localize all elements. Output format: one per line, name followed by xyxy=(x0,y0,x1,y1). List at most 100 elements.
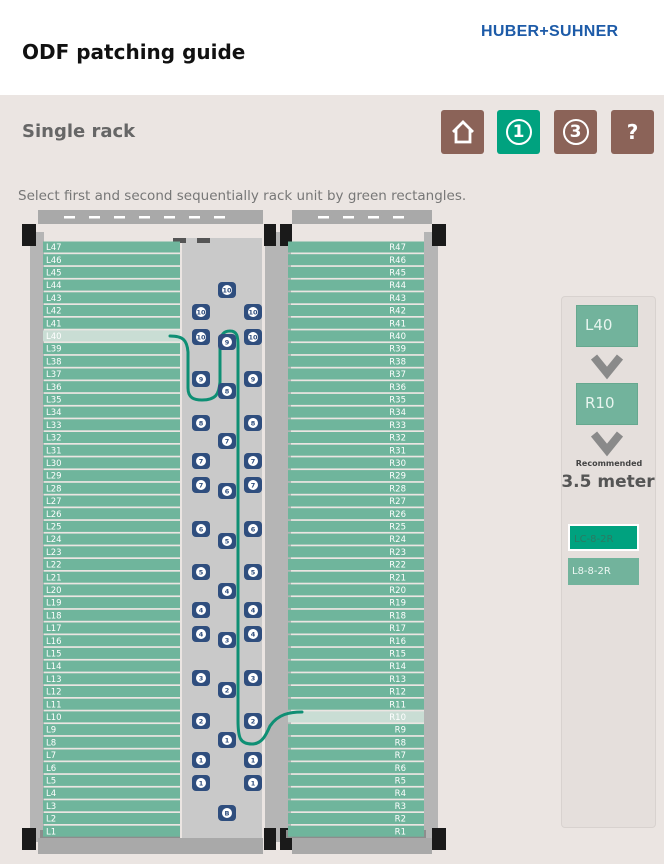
rack-unit-left[interactable]: L9 xyxy=(43,724,180,736)
rack-unit-left[interactable]: L14 xyxy=(43,660,180,673)
rack-unit-right[interactable]: R1 xyxy=(288,825,424,838)
rack-unit-left[interactable]: L47 xyxy=(43,241,180,254)
rack-unit-right[interactable]: R14 xyxy=(288,660,424,673)
rack-unit-left[interactable]: L1 xyxy=(43,825,180,838)
rack-unit-right[interactable]: R32 xyxy=(288,432,424,444)
rack-unit-right[interactable]: R36 xyxy=(288,381,424,393)
rack-unit-right[interactable]: R3 xyxy=(288,800,424,812)
rack-unit-left[interactable]: L39 xyxy=(43,343,180,355)
rack-unit-right[interactable]: R42 xyxy=(288,305,424,317)
rack-unit-left[interactable]: L20 xyxy=(43,584,180,596)
rack-unit-left[interactable]: L40 xyxy=(43,330,180,342)
rack-unit-left[interactable]: L31 xyxy=(43,444,180,457)
rack-unit-left[interactable]: L11 xyxy=(43,698,180,711)
rack-unit-left[interactable]: L41 xyxy=(43,317,180,330)
rack-unit-left[interactable]: L35 xyxy=(43,393,180,406)
rack-unit-right[interactable]: R43 xyxy=(288,292,424,304)
rack-unit-right[interactable]: R26 xyxy=(288,508,424,520)
rack-unit-left[interactable]: L2 xyxy=(43,813,180,825)
rack-unit-left[interactable]: L12 xyxy=(43,686,180,698)
rack-unit-left[interactable]: L4 xyxy=(43,787,180,800)
rack-unit-left[interactable]: L10 xyxy=(43,711,180,723)
rack-unit-right[interactable]: R4 xyxy=(288,787,424,800)
rack-unit-right[interactable]: R16 xyxy=(288,635,424,647)
rack-unit-right[interactable]: R20 xyxy=(288,584,424,596)
rack-unit-right[interactable]: R12 xyxy=(288,686,424,698)
cable-option-2[interactable]: L8-8-2R xyxy=(568,558,639,585)
rack-unit-right[interactable]: R37 xyxy=(288,368,424,381)
rack-unit-right[interactable]: R28 xyxy=(288,482,424,495)
rack-unit-right[interactable]: R2 xyxy=(288,813,424,825)
rack-unit-left[interactable]: L34 xyxy=(43,406,180,419)
rack-unit-left[interactable]: L7 xyxy=(43,749,180,762)
rack-unit-left[interactable]: L17 xyxy=(43,622,180,635)
rack-unit-left[interactable]: L42 xyxy=(43,305,180,317)
cable-option-1[interactable]: LC-8-2R xyxy=(568,524,639,551)
rack-unit-left[interactable]: L43 xyxy=(43,292,180,304)
rack-unit-right[interactable]: R38 xyxy=(288,355,424,368)
rack-unit-right[interactable]: R21 xyxy=(288,571,424,584)
rack-unit-left[interactable]: L45 xyxy=(43,266,180,279)
rack-unit-left[interactable]: L29 xyxy=(43,470,180,482)
rack-unit-right[interactable]: R5 xyxy=(288,774,424,787)
rack-unit-left[interactable]: L3 xyxy=(43,800,180,812)
rack-unit-left[interactable]: L28 xyxy=(43,482,180,495)
rack-unit-right[interactable]: R33 xyxy=(288,419,424,431)
rack-unit-left[interactable]: L21 xyxy=(43,571,180,584)
rack-unit-left[interactable]: L25 xyxy=(43,520,180,533)
rack-unit-left[interactable]: L30 xyxy=(43,457,180,469)
rack-unit-left[interactable]: L8 xyxy=(43,736,180,749)
rack-unit-right[interactable]: R17 xyxy=(288,622,424,635)
rack-unit-left[interactable]: L5 xyxy=(43,774,180,787)
step-3-button[interactable]: 3 xyxy=(554,110,597,154)
from-port-box[interactable]: L40 xyxy=(576,305,638,347)
rack-unit-right[interactable]: R22 xyxy=(288,559,424,571)
rack-unit-right[interactable]: R10 xyxy=(288,711,424,723)
rack-unit-left[interactable]: L36 xyxy=(43,381,180,393)
rack-unit-right[interactable]: R29 xyxy=(288,470,424,482)
rack-unit-left[interactable]: L13 xyxy=(43,673,180,685)
rack-unit-right[interactable]: R44 xyxy=(288,279,424,292)
rack-unit-right[interactable]: R13 xyxy=(288,673,424,685)
rack-unit-left[interactable]: L46 xyxy=(43,254,180,266)
to-port-box[interactable]: R10 xyxy=(576,383,638,425)
help-button[interactable]: ? xyxy=(611,110,654,154)
rack-unit-right[interactable]: R11 xyxy=(288,698,424,711)
rack-unit-right[interactable]: R6 xyxy=(288,762,424,774)
rack-unit-left[interactable]: L44 xyxy=(43,279,180,292)
rack-unit-right[interactable]: R15 xyxy=(288,647,424,660)
rack-unit-right[interactable]: R40 xyxy=(288,330,424,342)
rack-unit-left[interactable]: L37 xyxy=(43,368,180,381)
rack-unit-right[interactable]: R24 xyxy=(288,533,424,546)
rack-unit-right[interactable]: R30 xyxy=(288,457,424,469)
rack-unit-right[interactable]: R45 xyxy=(288,266,424,279)
rack-unit-left[interactable]: L6 xyxy=(43,762,180,774)
rack-unit-right[interactable]: R39 xyxy=(288,343,424,355)
rack-unit-left[interactable]: L22 xyxy=(43,559,180,571)
rack-unit-left[interactable]: L33 xyxy=(43,419,180,431)
rack-unit-right[interactable]: R19 xyxy=(288,597,424,609)
rack-unit-left[interactable]: L18 xyxy=(43,609,180,622)
rack-unit-left[interactable]: L15 xyxy=(43,647,180,660)
rack-unit-left[interactable]: L23 xyxy=(43,546,180,558)
rack-unit-right[interactable]: R7 xyxy=(288,749,424,762)
rack-unit-right[interactable]: R35 xyxy=(288,393,424,406)
rack-unit-right[interactable]: R46 xyxy=(288,254,424,266)
rack-unit-right[interactable]: R18 xyxy=(288,609,424,622)
rack-unit-right[interactable]: R23 xyxy=(288,546,424,558)
rack-unit-left[interactable]: L27 xyxy=(43,495,180,508)
rack-unit-right[interactable]: R25 xyxy=(288,520,424,533)
rack-unit-right[interactable]: R34 xyxy=(288,406,424,419)
rack-unit-right[interactable]: R9 xyxy=(288,724,424,736)
rack-unit-left[interactable]: L32 xyxy=(43,432,180,444)
rack-unit-right[interactable]: R8 xyxy=(288,736,424,749)
rack-unit-left[interactable]: L16 xyxy=(43,635,180,647)
rack-unit-left[interactable]: L24 xyxy=(43,533,180,546)
rack-unit-right[interactable]: R31 xyxy=(288,444,424,457)
rack-unit-left[interactable]: L19 xyxy=(43,597,180,609)
rack-unit-right[interactable]: R27 xyxy=(288,495,424,508)
rack-unit-right[interactable]: R41 xyxy=(288,317,424,330)
rack-unit-left[interactable]: L38 xyxy=(43,355,180,368)
rack-unit-right[interactable]: R47 xyxy=(288,241,424,254)
rack-unit-left[interactable]: L26 xyxy=(43,508,180,520)
